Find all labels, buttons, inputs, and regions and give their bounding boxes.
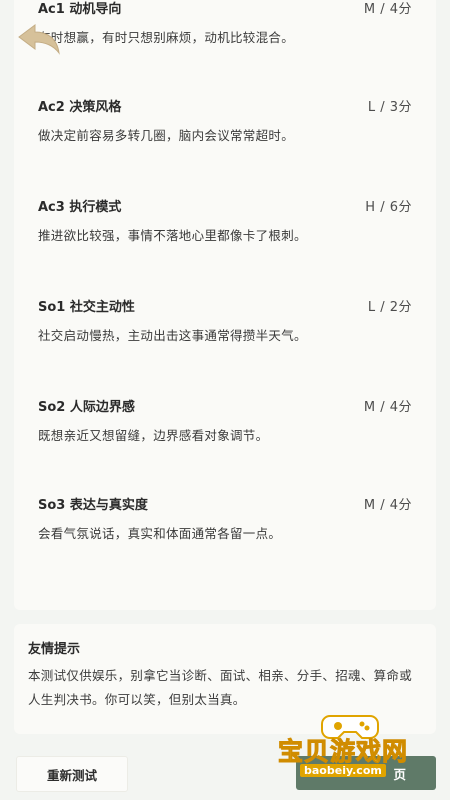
dimension-item: Ac2 决策风格 L / 3分 做决定前容易多转几圈，脑内会议常常超时。	[38, 96, 412, 144]
dimension-score: M / 4分	[363, 2, 412, 17]
dimension-title: So1 社交主动性	[38, 300, 135, 315]
dimension-score: M / 4分	[363, 400, 412, 415]
dimension-title: So2 人际边界感	[38, 400, 135, 415]
dimension-title: Ac2 决策风格	[38, 100, 122, 115]
back-button[interactable]	[14, 20, 64, 60]
watermark-text: 宝贝游戏网	[277, 737, 409, 767]
dimension-title: Ac1 动机导向	[38, 2, 122, 17]
dimension-desc: 社交启动慢热，主动出击这事通常得攒半天气。	[38, 328, 307, 343]
dimension-score: L / 2分	[367, 300, 412, 315]
dimension-desc: 做决定前容易多转几圈，脑内会议常常超时。	[38, 128, 295, 143]
dimension-item: So2 人际边界感 M / 4分 既想亲近又想留缝，边界感看对象调节。	[38, 396, 412, 444]
dimension-score: M / 4分	[363, 498, 412, 513]
dimension-item: Ac3 执行模式 H / 6分 推进欲比较强，事情不落地心里都像卡了根刺。	[38, 196, 412, 244]
watermark-url: baobeiy.com	[300, 764, 386, 777]
dimension-score: L / 3分	[367, 100, 412, 115]
dimension-item: Ac1 动机导向 M / 4分 有时想赢，有时只想别麻烦，动机比较混合。	[38, 0, 412, 46]
tip-body: 本测试仅供娱乐，别拿它当诊断、面试、相亲、分手、招魂、算命或人生判决书。你可以笑…	[28, 668, 413, 707]
dimension-title: So3 表达与真实度	[38, 498, 148, 513]
dimension-item: So1 社交主动性 L / 2分 社交启动慢热，主动出击这事通常得攒半天气。	[38, 296, 412, 344]
tip-title: 友情提示	[28, 642, 81, 657]
dimension-item: So3 表达与真实度 M / 4分 会看气氛说话，真实和体面通常各留一点。	[38, 494, 412, 542]
dimension-desc: 既想亲近又想留缝，边界感看对象调节。	[38, 428, 269, 443]
watermark-logo: 宝贝游戏网 baobeiy.com	[270, 712, 440, 792]
back-arrow-icon	[18, 24, 60, 55]
dimension-desc: 有时想赢，有时只想别麻烦，动机比较混合。	[38, 30, 295, 45]
dimensions-card: Ac1 动机导向 M / 4分 有时想赢，有时只想别麻烦，动机比较混合。 Ac2…	[14, 0, 436, 610]
dimension-desc: 推进欲比较强，事情不落地心里都像卡了根刺。	[38, 228, 307, 243]
dimension-score: H / 6分	[365, 200, 412, 215]
retest-button[interactable]: 重新测试	[16, 756, 128, 792]
dimension-desc: 会看气氛说话，真实和体面通常各留一点。	[38, 526, 282, 541]
dimension-title: Ac3 执行模式	[38, 200, 122, 215]
